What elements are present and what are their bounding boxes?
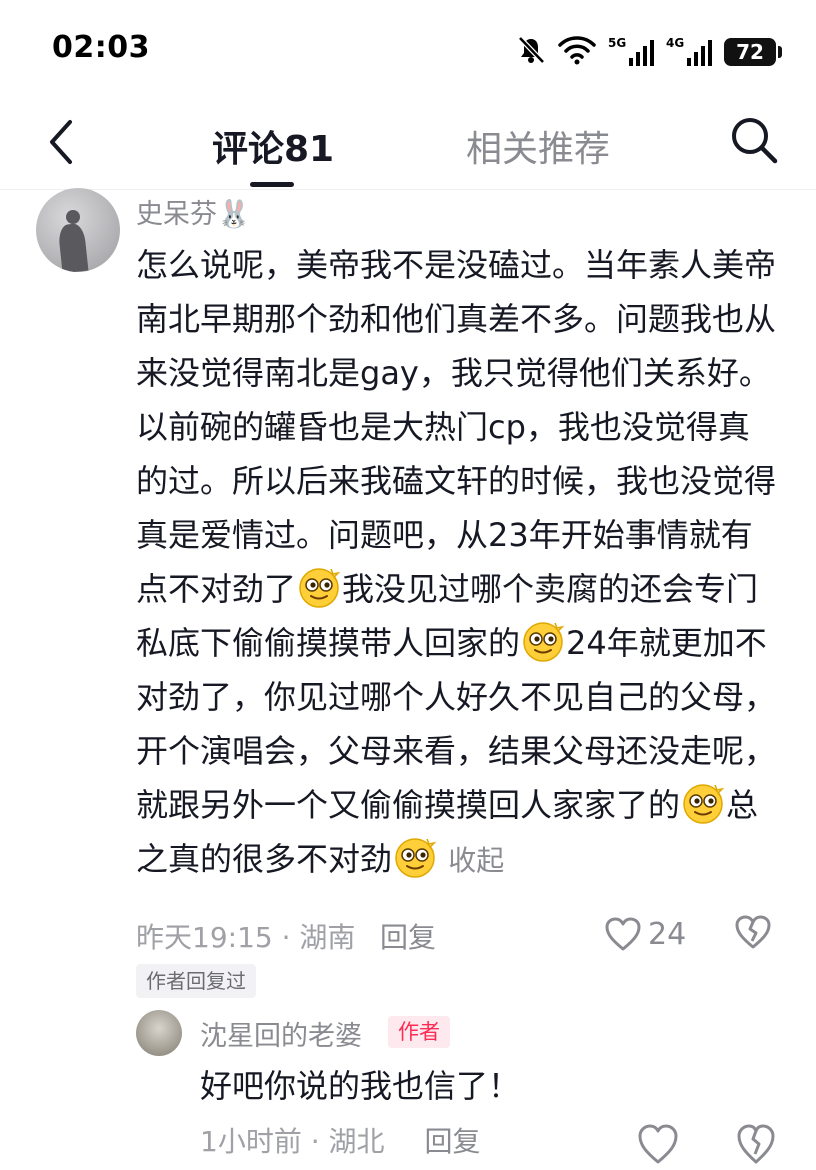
status-time: 02:03 [52, 30, 150, 65]
tab-related[interactable]: 相关推荐 [466, 120, 610, 172]
reply-dislike-button[interactable] [736, 1122, 776, 1166]
signal-5g-icon: 5G [608, 36, 654, 68]
back-icon [50, 120, 72, 164]
dizzy-face-emoji [297, 565, 341, 609]
back-button[interactable] [40, 116, 84, 168]
signal-4g-icon: 4G [666, 36, 712, 68]
collapse-link[interactable]: 收起 [448, 844, 504, 877]
status-icons: 5G 4G 72 [516, 34, 782, 70]
reply-text: 好吧你说的我也信了！ [200, 1067, 521, 1105]
author-badge: 作者 [388, 1016, 450, 1048]
search-button[interactable] [728, 114, 780, 166]
reply-timestamp: 1小时前 · 湖北 [200, 1125, 385, 1158]
dislike-button[interactable] [734, 914, 772, 957]
wifi-icon [558, 35, 596, 69]
reply-button[interactable]: 回复 [380, 916, 436, 956]
mute-icon [516, 35, 546, 69]
avatar[interactable] [36, 188, 120, 272]
comments-header: 评论81 相关推荐 [0, 100, 816, 190]
reply-like-button[interactable] [636, 1122, 680, 1166]
signal-4g-label: 4G [666, 36, 685, 50]
reply-username[interactable]: 沈星回的老婆 [200, 1014, 362, 1053]
broken-heart-icon [737, 1124, 775, 1164]
dizzy-face-emoji [681, 781, 725, 825]
comment-meta: 昨天19:15 · 湖南 回复 24 [136, 912, 796, 956]
author-replied-tag: 作者回复过 [136, 964, 256, 998]
dizzy-face-emoji [521, 619, 565, 663]
comment-text-part-1: 怎么说呢，美帝我不是没磕过。当年素人美帝南北早期那个劲和他们真差不多。问题我也从… [136, 246, 777, 608]
reply-avatar[interactable] [136, 1010, 182, 1056]
dizzy-face-emoji [393, 835, 437, 879]
reply-reply-button[interactable]: 回复 [425, 1125, 481, 1158]
comment-text: 怎么说呢，美帝我不是没磕过。当年素人美帝南北早期那个劲和他们真差不多。问题我也从… [136, 238, 776, 888]
signal-5g-label: 5G [608, 36, 627, 50]
status-bar: 02:03 5G 4G 72 [0, 0, 816, 100]
comment-timestamp: 昨天19:15 · 湖南 [136, 921, 356, 954]
tab-comments[interactable]: 评论81 [212, 120, 334, 172]
comment-username[interactable]: 史呆芬🐰 [136, 192, 251, 231]
like-button[interactable]: 24 [604, 912, 686, 956]
active-tab-indicator [250, 182, 294, 187]
broken-heart-icon [735, 915, 771, 949]
like-count: 24 [648, 916, 687, 952]
reply-meta: 1小时前 · 湖北 回复 [200, 1120, 481, 1160]
heart-icon [605, 917, 641, 951]
battery-icon: 72 [724, 38, 782, 66]
search-icon [732, 118, 778, 164]
heart-icon [638, 1124, 678, 1164]
